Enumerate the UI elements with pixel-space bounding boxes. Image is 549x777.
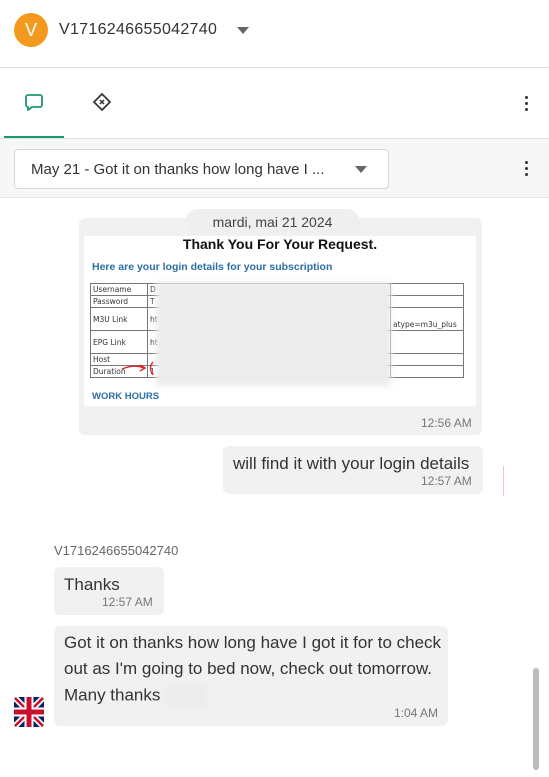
- contact-name[interactable]: V1716246655042740: [59, 21, 217, 39]
- message-time: 12:57 AM: [102, 595, 153, 609]
- table-cell: [390, 353, 464, 366]
- redacted-text: [164, 685, 208, 707]
- more-vertical-icon[interactable]: [516, 156, 536, 180]
- caret-down-icon[interactable]: [237, 27, 249, 34]
- table-cell: EPG Link: [90, 330, 148, 354]
- date-separator: mardi, mai 21 2024: [185, 209, 360, 235]
- table-cell: Username: [90, 283, 148, 296]
- table-cell: [390, 330, 464, 354]
- more-vertical-icon[interactable]: [516, 91, 536, 115]
- diamond-tag-icon: [92, 92, 112, 112]
- table-cell: [390, 365, 464, 378]
- table-cell: Password: [90, 295, 148, 308]
- message-image[interactable]: Thank You For Your Request. Here are you…: [84, 236, 476, 406]
- status-marker: [503, 466, 512, 496]
- contact-header: V V1716246655042740: [0, 0, 549, 68]
- message-line: Many thanks: [64, 685, 208, 707]
- incoming-message-bubble[interactable]: Got it on thanks how long have I got it …: [54, 626, 448, 726]
- message-line: out as I'm going to bed now, check out t…: [64, 659, 433, 678]
- caret-down-icon: [355, 166, 367, 173]
- avatar[interactable]: V: [14, 13, 48, 47]
- message-text: Many thanks: [64, 685, 161, 705]
- image-title: Thank You For Your Request.: [182, 236, 378, 252]
- image-subtitle: Here are your login details for your sub…: [92, 261, 333, 273]
- message-time: 1:04 AM: [394, 706, 439, 720]
- message-time: 12:57 AM: [421, 474, 472, 488]
- conversation-bar: May 21 - Got it on thanks how long have …: [0, 139, 549, 198]
- tab-conversation[interactable]: [4, 68, 64, 138]
- incoming-message-bubble[interactable]: Thanks 12:57 AM: [54, 567, 164, 615]
- outgoing-message-bubble[interactable]: will find it with your login details 12:…: [223, 446, 483, 494]
- tab-bar: [0, 68, 549, 139]
- message-line: Got it on thanks how long have I got it …: [64, 633, 442, 652]
- uk-flag-icon: [14, 697, 44, 727]
- sender-name: V1716246655042740: [54, 543, 179, 558]
- redacted-area: [156, 282, 391, 386]
- table-cell: [390, 283, 464, 296]
- chat-thread[interactable]: mardi, mai 21 2024 12:56 AM Thank You Fo…: [0, 198, 549, 777]
- message-text: will find it with your login details: [233, 454, 470, 473]
- image-footer: WORK HOURS: [92, 391, 160, 402]
- table-cell: atype=m3u_plus: [390, 307, 464, 331]
- conversation-select-value: May 21 - Got it on thanks how long have …: [31, 161, 325, 178]
- chat-bubble-icon: [25, 94, 43, 111]
- message-text: Thanks: [64, 575, 120, 594]
- tab-tags[interactable]: [72, 68, 132, 136]
- scrollbar-thumb[interactable]: [533, 668, 539, 770]
- message-time: 12:56 AM: [421, 416, 472, 430]
- table-cell: M3U Link: [90, 307, 148, 331]
- conversation-select[interactable]: May 21 - Got it on thanks how long have …: [14, 149, 389, 189]
- red-arrow-annotation: [121, 361, 154, 376]
- table-cell: [390, 295, 464, 308]
